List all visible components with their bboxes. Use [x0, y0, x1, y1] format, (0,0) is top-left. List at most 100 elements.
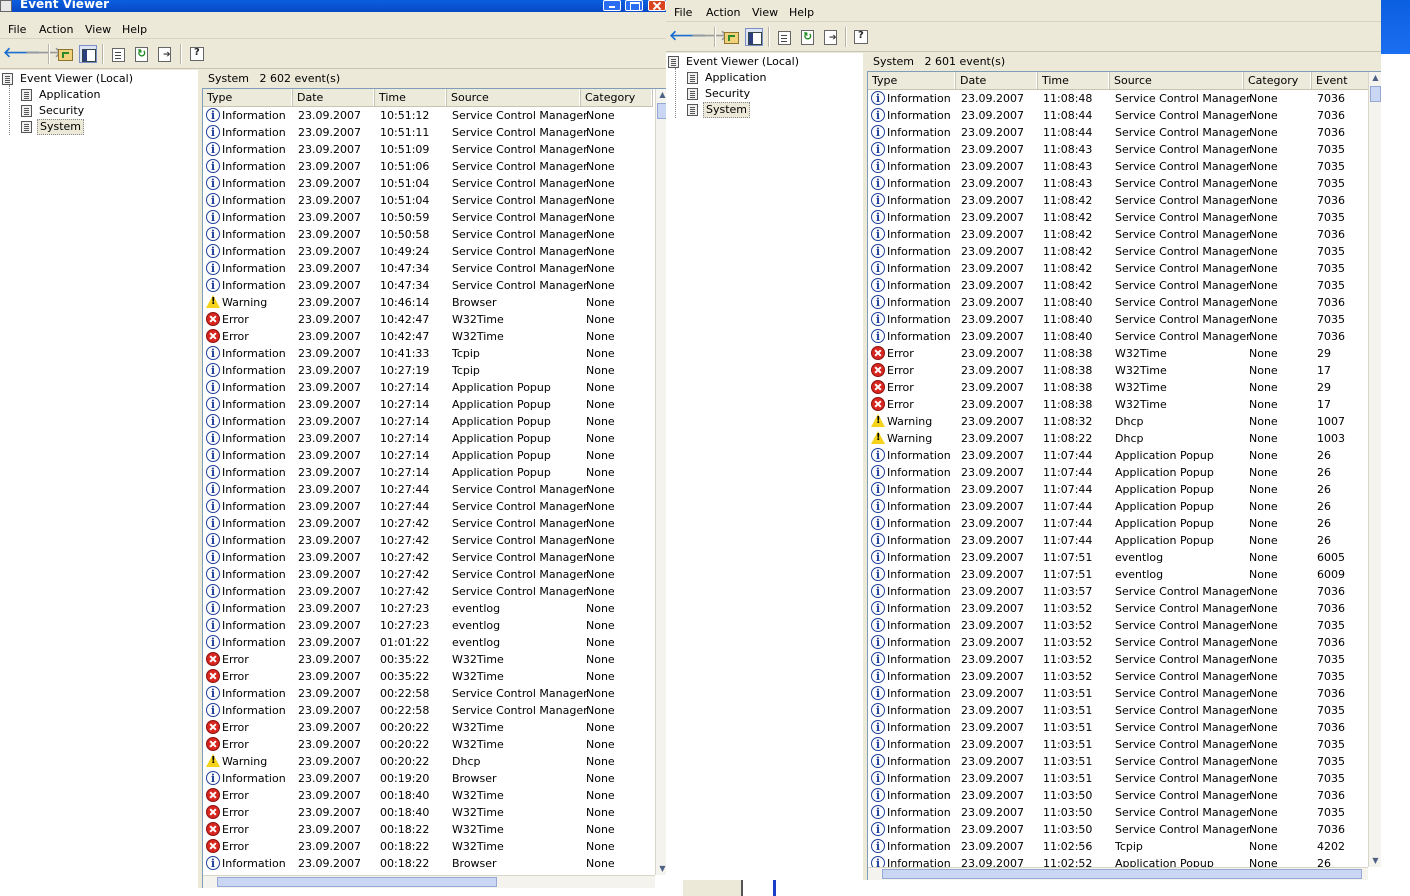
- forward-arrow-icon[interactable]: 🡒: [691, 28, 729, 46]
- cell-source: Service Control Manager: [452, 517, 588, 530]
- show-hide-tree-icon[interactable]: [745, 28, 763, 46]
- cell-type: Information: [887, 279, 951, 292]
- column-header-category[interactable]: Category: [1244, 72, 1312, 89]
- cell-type: Error: [222, 330, 249, 343]
- column-header-category[interactable]: Category: [581, 89, 653, 106]
- menu-file[interactable]: File: [8, 23, 26, 36]
- results-pane: System 2 601 event(s) Type Date Time Source…: [865, 53, 1381, 880]
- vertical-scrollbar[interactable]: ▲ ▼: [1368, 72, 1381, 867]
- cell-time: 00:18:22: [380, 840, 430, 853]
- scroll-down-icon[interactable]: ▼: [1370, 855, 1381, 867]
- up-folder-icon[interactable]: [722, 28, 740, 46]
- properties-icon[interactable]: [110, 45, 128, 63]
- cell-time: 11:08:22: [1043, 432, 1093, 445]
- menu-view[interactable]: View: [85, 23, 111, 36]
- back-arrow-icon[interactable]: 🡐: [669, 28, 707, 46]
- close-button[interactable]: [648, 0, 666, 11]
- cell-source: Application Popup: [1115, 517, 1214, 530]
- export-list-icon[interactable]: [156, 45, 174, 63]
- scroll-up-icon[interactable]: ▲: [1370, 72, 1381, 84]
- show-hide-tree-icon[interactable]: [79, 45, 97, 63]
- cell-type: Information: [222, 568, 286, 581]
- refresh-icon[interactable]: [799, 28, 817, 46]
- scroll-thumb[interactable]: [1370, 86, 1381, 102]
- cell-date: 23.09.2007: [298, 517, 361, 530]
- scroll-thumb[interactable]: [657, 103, 666, 119]
- column-header-source[interactable]: Source: [447, 89, 581, 106]
- cell-event: 7035: [1317, 245, 1345, 258]
- scroll-down-icon[interactable]: ▼: [657, 863, 666, 875]
- menu-view[interactable]: View: [752, 6, 778, 19]
- cell-source: W32Time: [452, 840, 504, 853]
- help-icon[interactable]: [188, 45, 206, 63]
- cell-type: Information: [887, 500, 951, 513]
- cell-type: Information: [887, 245, 951, 258]
- minimize-button[interactable]: [603, 0, 621, 11]
- column-header-date[interactable]: Date: [293, 89, 375, 106]
- menu-help[interactable]: Help: [789, 6, 814, 19]
- cell-event: 7036: [1317, 687, 1345, 700]
- cell-date: 23.09.2007: [298, 262, 361, 275]
- cell-time: 10:42:47: [380, 313, 430, 326]
- cell-source: Service Control Manager: [452, 483, 588, 496]
- cell-event: 7036: [1317, 330, 1345, 343]
- column-header-date[interactable]: Date: [956, 72, 1038, 89]
- maximize-button[interactable]: [625, 0, 643, 11]
- cell-type: Information: [887, 534, 951, 547]
- information-icon: [871, 328, 885, 345]
- up-folder-icon[interactable]: [56, 45, 74, 63]
- toolbar: 🡐 🡒: [666, 23, 1381, 52]
- cell-source: W32Time: [452, 330, 504, 343]
- cell-type: Information: [887, 262, 951, 275]
- information-icon: [206, 702, 220, 719]
- title-bar[interactable]: Event Viewer: [0, 0, 666, 12]
- cell-event: 7035: [1317, 313, 1345, 326]
- export-list-icon[interactable]: [822, 28, 840, 46]
- cell-date: 23.09.2007: [961, 143, 1024, 156]
- forward-arrow-icon[interactable]: 🡒: [25, 45, 63, 63]
- column-header-type[interactable]: Type: [203, 89, 293, 106]
- scroll-thumb[interactable]: [882, 869, 1362, 879]
- cell-source: Browser: [452, 772, 497, 785]
- cell-type: Warning: [887, 415, 933, 428]
- cell-type: Information: [222, 245, 286, 258]
- information-icon: [206, 549, 220, 566]
- cell-date: 23.09.2007: [961, 806, 1024, 819]
- column-header-type[interactable]: Type: [868, 72, 956, 89]
- menu-help[interactable]: Help: [122, 23, 147, 36]
- cell-type: Information: [887, 160, 951, 173]
- vertical-scrollbar[interactable]: ▲ ▼: [655, 89, 666, 875]
- cell-time: 11:03:52: [1043, 653, 1093, 666]
- back-arrow-icon[interactable]: 🡐: [3, 45, 41, 63]
- menu-file[interactable]: File: [674, 6, 692, 19]
- cell-source: Service Control Manager: [452, 245, 588, 258]
- scroll-up-icon[interactable]: ▲: [657, 89, 666, 101]
- cell-type: Information: [222, 857, 286, 870]
- cell-source: Service Control Manager: [1115, 755, 1251, 768]
- toolbar: 🡐 🡒: [0, 40, 666, 69]
- properties-icon[interactable]: [776, 28, 794, 46]
- horizontal-scrollbar[interactable]: [203, 875, 655, 888]
- cell-category: None: [1249, 449, 1278, 462]
- cell-time: 10:47:34: [380, 262, 430, 275]
- cell-date: 23.09.2007: [298, 228, 361, 241]
- cell-type: Error: [222, 721, 249, 734]
- information-icon: [871, 226, 885, 243]
- column-header-source[interactable]: Source: [1110, 72, 1244, 89]
- cell-time: 11:08:44: [1043, 126, 1093, 139]
- column-header-event[interactable]: Event: [1312, 72, 1372, 89]
- cell-time: 11:08:43: [1043, 143, 1093, 156]
- error-icon: [871, 363, 885, 377]
- cell-category: None: [1249, 415, 1278, 428]
- cell-type: Information: [222, 126, 286, 139]
- column-header-time[interactable]: Time: [1038, 72, 1110, 89]
- scroll-thumb[interactable]: [217, 877, 497, 887]
- help-icon[interactable]: [852, 28, 870, 46]
- menu-action[interactable]: Action: [39, 23, 73, 36]
- horizontal-scrollbar[interactable]: [868, 867, 1368, 880]
- menu-action[interactable]: Action: [706, 6, 740, 19]
- refresh-icon[interactable]: [133, 45, 151, 63]
- information-icon: [206, 192, 220, 209]
- column-header-time[interactable]: Time: [375, 89, 447, 106]
- cell-time: 10:27:14: [380, 398, 430, 411]
